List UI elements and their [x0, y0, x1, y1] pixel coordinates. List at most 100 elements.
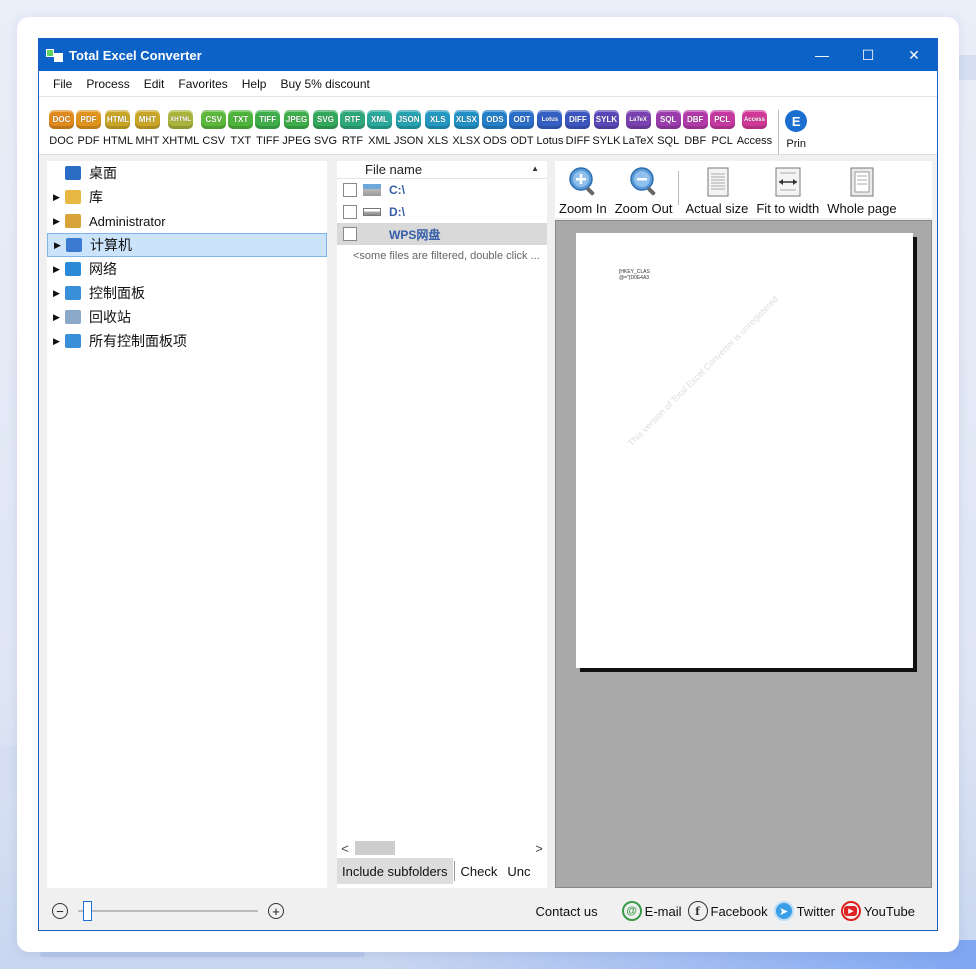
format-button-sql[interactable]: SQL SQL	[655, 110, 681, 147]
tree-item[interactable]: ▶ 库	[47, 185, 327, 209]
zoom-in-icon	[569, 167, 595, 196]
tree-item[interactable]: 桌面	[47, 161, 327, 185]
expand-arrow-icon[interactable]: ▶	[53, 336, 65, 347]
tree-item[interactable]: ▶ Administrator	[47, 209, 327, 233]
folder-icon	[65, 214, 81, 228]
scroll-right-icon[interactable]: >	[531, 841, 547, 856]
tree-item-label: 网络	[89, 261, 117, 277]
format-button-sylk[interactable]: SYLK SYLK	[592, 110, 621, 147]
actual-size-button[interactable]: Actual size	[681, 161, 752, 216]
format-button-odt[interactable]: ODT ODT	[509, 110, 535, 147]
menu-buy-discount[interactable]: Buy 5% discount	[273, 77, 376, 91]
facebook-link[interactable]: f Facebook	[687, 901, 768, 921]
format-button-txt[interactable]: TXT TXT	[228, 110, 254, 147]
uncheck-button[interactable]: Unc	[502, 858, 535, 884]
twitter-icon: ➤	[773, 901, 794, 921]
format-button-diff[interactable]: DIFF DIFF	[565, 110, 591, 147]
format-button-ods[interactable]: ODS ODS	[482, 110, 508, 147]
format-label: SVG	[313, 135, 338, 147]
lotus-format-icon: Lotus	[537, 110, 563, 129]
filtered-note[interactable]: <some files are filtered, double click .…	[337, 250, 547, 262]
horizontal-scrollbar[interactable]: < >	[337, 840, 547, 856]
format-button-jpeg[interactable]: JPEG JPEG	[282, 110, 311, 147]
close-button[interactable]: ✕	[891, 39, 937, 71]
unregistered-watermark: This version of Total Excel Converter is…	[626, 293, 781, 449]
menu-file[interactable]: File	[39, 77, 79, 91]
fit-to-width-button[interactable]: Fit to width	[752, 161, 823, 216]
tree-item[interactable]: ▶ 所有控制面板项	[47, 329, 327, 353]
scrollbar-thumb[interactable]	[355, 841, 395, 855]
file-row[interactable]: D:\	[337, 201, 547, 223]
maximize-button[interactable]: ☐	[845, 39, 891, 71]
tree-item-label: 计算机	[90, 237, 132, 253]
format-button-pdf[interactable]: PDF PDF	[76, 110, 101, 147]
twitter-link[interactable]: ➤ Twitter	[773, 901, 835, 921]
format-button-mht[interactable]: MHT MHT	[134, 110, 160, 147]
format-label: RTF	[341, 135, 364, 147]
expand-arrow-icon[interactable]: ▶	[53, 264, 65, 275]
drive-icon	[363, 208, 381, 216]
print-button[interactable]: E Prin	[785, 110, 808, 150]
whole-page-button[interactable]: Whole page	[823, 161, 900, 216]
menu-process[interactable]: Process	[79, 77, 136, 91]
format-button-xhtml[interactable]: XHTML XHTML	[162, 110, 199, 147]
file-checkbox[interactable]	[343, 183, 357, 197]
format-button-xml[interactable]: XML XML	[366, 110, 392, 147]
sort-up-icon: ▲	[531, 164, 539, 173]
expand-arrow-icon[interactable]: ▶	[54, 240, 66, 251]
mht-format-icon: MHT	[134, 110, 160, 129]
format-button-doc[interactable]: DOC DOC	[49, 110, 74, 147]
format-button-latex[interactable]: LaTeX LaTeX	[623, 110, 654, 147]
scroll-left-icon[interactable]: <	[337, 841, 353, 856]
format-button-html[interactable]: HTML HTML	[103, 110, 133, 147]
zoom-minus-icon[interactable]: −	[52, 903, 68, 919]
menu-help[interactable]: Help	[235, 77, 274, 91]
format-button-dbf[interactable]: DBF DBF	[682, 110, 708, 147]
format-button-csv[interactable]: CSV CSV	[201, 110, 227, 147]
tree-item[interactable]: ▶ 计算机	[47, 233, 327, 257]
check-button[interactable]: Check	[456, 858, 503, 884]
format-button-rtf[interactable]: RTF RTF	[339, 110, 365, 147]
title-bar[interactable]: Total Excel Converter — ☐ ✕	[39, 39, 937, 71]
zoom-plus-icon[interactable]: +	[268, 903, 284, 919]
file-checkbox[interactable]	[343, 227, 357, 241]
txt-format-icon: TXT	[228, 110, 254, 129]
ods-format-icon: ODS	[482, 110, 508, 129]
format-button-pcl[interactable]: PCL PCL	[709, 110, 735, 147]
expand-arrow-icon[interactable]: ▶	[53, 312, 65, 323]
splitter[interactable]	[327, 161, 337, 888]
format-button-xlsx[interactable]: XLSX XLSX	[452, 110, 480, 147]
format-button-tiff[interactable]: TIFF TIFF	[255, 110, 281, 147]
actual-size-icon	[707, 167, 729, 197]
file-name-column-header[interactable]: File name ▲	[337, 161, 547, 179]
format-button-access[interactable]: Access Access	[737, 110, 772, 147]
format-button-svg[interactable]: SVG SVG	[312, 110, 338, 147]
splitter[interactable]	[547, 161, 555, 888]
zoom-slider[interactable]	[78, 901, 258, 921]
folder-icon	[65, 190, 81, 204]
expand-arrow-icon[interactable]: ▶	[53, 216, 65, 227]
tree-item[interactable]: ▶ 控制面板	[47, 281, 327, 305]
file-checkbox[interactable]	[343, 205, 357, 219]
email-link[interactable]: @ E-mail	[621, 901, 682, 921]
file-row[interactable]: C:\	[337, 179, 547, 201]
menu-edit[interactable]: Edit	[137, 77, 172, 91]
format-button-xls[interactable]: XLS XLS	[425, 110, 451, 147]
zoom-out-button[interactable]: Zoom Out	[611, 161, 677, 216]
format-button-lotus[interactable]: Lotus Lotus	[536, 110, 563, 147]
slider-thumb[interactable]	[83, 901, 93, 921]
zoom-in-button[interactable]: Zoom In	[555, 161, 611, 216]
minimize-button[interactable]: —	[799, 39, 845, 71]
expand-arrow-icon[interactable]: ▶	[53, 288, 65, 299]
youtube-link[interactable]: ▶ YouTube	[840, 901, 915, 921]
format-button-json[interactable]: JSON JSON	[394, 110, 423, 147]
tree-item[interactable]: ▶ 回收站	[47, 305, 327, 329]
preview-canvas[interactable]: [HKEY_CLAS @="{D0E4A3 This version of To…	[555, 220, 932, 888]
menu-favorites[interactable]: Favorites	[171, 77, 234, 91]
tree-item[interactable]: ▶ 网络	[47, 257, 327, 281]
expand-arrow-icon[interactable]: ▶	[53, 192, 65, 203]
file-row[interactable]: WPS网盘	[337, 223, 547, 245]
format-label: XLS	[427, 135, 449, 147]
tree-item-label: 所有控制面板项	[89, 333, 187, 349]
include-subfolders-button[interactable]: Include subfolders	[337, 858, 453, 884]
